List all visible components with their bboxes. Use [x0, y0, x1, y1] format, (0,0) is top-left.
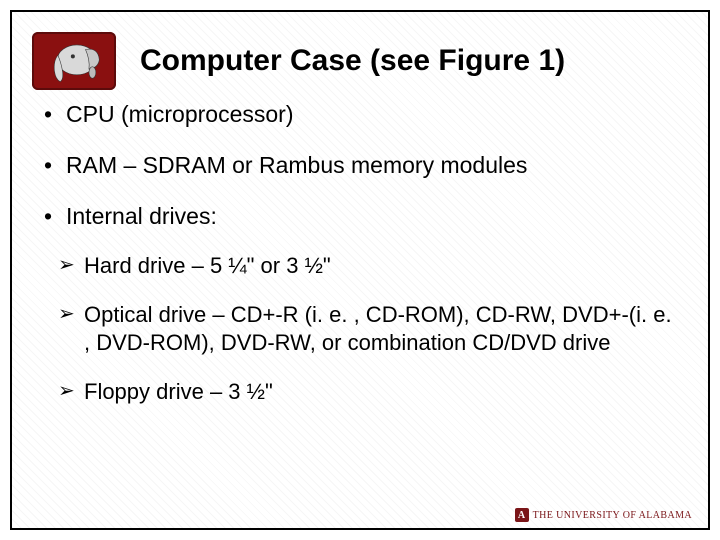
footer-branding: A THE UNIVERSITY OF ALABAMA [515, 508, 692, 522]
slide-frame: Computer Case (see Figure 1) CPU (microp… [10, 10, 710, 530]
footer-text: THE UNIVERSITY OF ALABAMA [533, 510, 692, 521]
bullet-drives: Internal drives: [40, 202, 680, 231]
sub-hard-drive: Hard drive – 5 ¼" or 3 ½" [58, 252, 680, 281]
sub-optical-drive: Optical drive – CD+-R (i. e. , CD-ROM), … [58, 301, 680, 358]
bullet-list: CPU (microprocessor) RAM – SDRAM or Ramb… [40, 100, 680, 230]
logo-elephant [32, 32, 116, 90]
elephant-icon [43, 38, 105, 84]
sub-floppy-drive: Floppy drive – 3 ½" [58, 378, 680, 407]
bullet-cpu: CPU (microprocessor) [40, 100, 680, 129]
footer-logo-mark: A [515, 508, 529, 522]
slide-title: Computer Case (see Figure 1) [140, 32, 680, 86]
sub-bullet-list: Hard drive – 5 ¼" or 3 ½" Optical drive … [58, 252, 680, 406]
bullet-ram: RAM – SDRAM or Rambus memory modules [40, 151, 680, 180]
